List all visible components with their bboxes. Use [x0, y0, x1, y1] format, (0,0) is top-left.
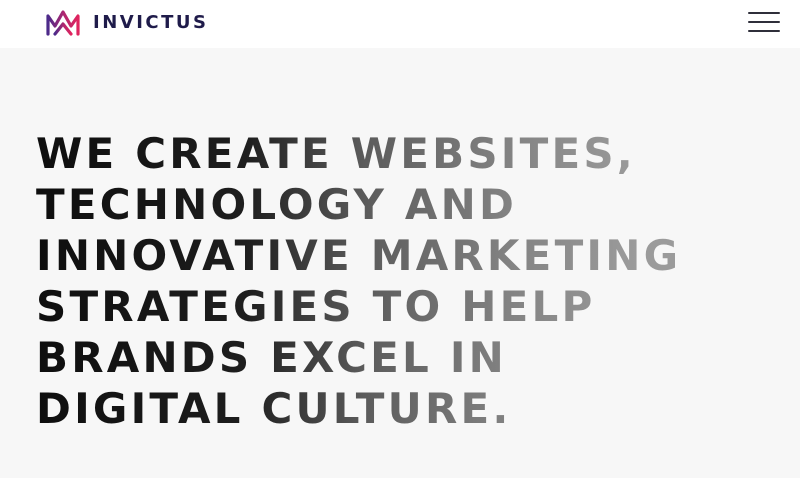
- hamburger-menu-button[interactable]: [748, 10, 782, 34]
- hamburger-menu-icon-bar-middle: [748, 21, 780, 23]
- hero-section: WE CREATE WEBSITES, TECHNOLOGY AND INNOV…: [0, 48, 800, 478]
- brand-logo-link[interactable]: INVICTUS: [46, 9, 208, 37]
- site-header: INVICTUS: [0, 0, 800, 48]
- hamburger-menu-icon-bar-bottom: [748, 30, 780, 32]
- headline-line-5: BRANDS EXCEL IN: [36, 333, 507, 382]
- headline-line-4: STRATEGIES TO HELP: [36, 282, 596, 331]
- brand-name: INVICTUS: [93, 12, 209, 33]
- hero-headline: WE CREATE WEBSITES, TECHNOLOGY AND INNOV…: [36, 128, 681, 434]
- headline-line-2: TECHNOLOGY AND: [36, 180, 518, 229]
- headline-line-6: DIGITAL CULTURE.: [36, 384, 512, 433]
- crown-logo-icon: [46, 10, 80, 36]
- headline-line-3: INNOVATIVE MARKETING: [36, 231, 682, 280]
- hamburger-menu-icon-bar-top: [748, 12, 780, 14]
- headline-line-1: WE CREATE WEBSITES,: [36, 129, 636, 178]
